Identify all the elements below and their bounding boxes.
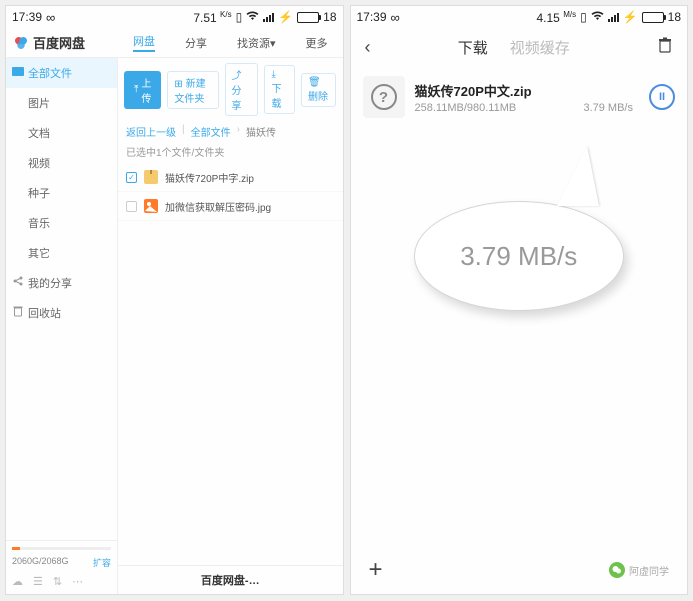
wifi-icon xyxy=(591,10,604,24)
share-button[interactable]: ⤴ 分享 xyxy=(225,63,259,116)
battery-icon xyxy=(297,12,319,23)
storage-bar xyxy=(12,547,111,550)
baidu-logo-icon xyxy=(12,34,30,52)
sidebar: 全部文件 图片 文档 视频 种子 音乐 其它 我的分享 回收站 xyxy=(6,58,118,594)
add-button[interactable]: + xyxy=(369,556,383,584)
infinity-icon: ∞ xyxy=(46,10,55,25)
watermark: 阿虚同学 xyxy=(609,562,669,578)
upload-button[interactable]: ⤒上传 xyxy=(124,71,161,109)
status-bar: 17:39 ∞ 7.51 K/s ▯ ⚡ 18 xyxy=(6,6,343,28)
list-icon[interactable]: ☰ xyxy=(33,575,43,588)
download-header: ‹ 下载 视频缓存 xyxy=(351,28,688,66)
toolbar: ⤒上传 ⊞ 新建文件夹 ⤴ 分享 ⤓ 下载 🗑 删除 xyxy=(118,58,343,121)
status-bar: 17:39 ∞ 4.15 M/s ▯ ⚡ 18 xyxy=(351,6,688,28)
download-filename: 猫妖传720P中文.zip xyxy=(415,81,634,100)
delete-button[interactable]: 🗑 删除 xyxy=(301,73,337,107)
tab-resources[interactable]: 找资源▾ xyxy=(237,35,276,51)
storage-panel: 2060G/2068G 扩容 ☁ ☰ ⇅ ⋯ xyxy=(6,540,117,594)
tab-more[interactable]: 更多 xyxy=(305,35,327,51)
battery-pct: 18 xyxy=(323,10,336,24)
cloud-icon[interactable]: ☁ xyxy=(12,575,23,588)
selection-meta: 已选中1个文件/文件夹 xyxy=(118,142,343,163)
storage-text: 2060G/2068G xyxy=(12,556,69,569)
newfolder-button[interactable]: ⊞ 新建文件夹 xyxy=(167,71,218,109)
battery-pct: 18 xyxy=(668,10,681,24)
crumb-current: 猫妖传 xyxy=(246,124,276,139)
file-name: 加微信获取解压密码.jpg xyxy=(165,199,271,214)
signal-icon xyxy=(263,13,274,22)
pause-button[interactable]: II xyxy=(649,84,675,110)
wifi-icon xyxy=(246,10,259,24)
crumb-all[interactable]: 全部文件 xyxy=(191,124,231,139)
file-name: 猫妖传720P中字.zip xyxy=(165,170,254,185)
battery-icon xyxy=(642,12,664,23)
tab-download[interactable]: 下载 xyxy=(458,37,488,58)
sidebar-item-seed[interactable]: 种子 xyxy=(6,178,117,208)
screen-baidu-netdisk: 17:39 ∞ 7.51 K/s ▯ ⚡ 18 百度网盘 网盘 xyxy=(5,5,344,595)
image-file-icon xyxy=(143,198,159,214)
charge-icon: ⚡ xyxy=(278,10,293,24)
more-icon[interactable]: ⋯ xyxy=(72,575,83,588)
file-row-jpg[interactable]: 加微信获取解压密码.jpg xyxy=(118,192,343,221)
app-header: 百度网盘 网盘 分享 找资源▾ 更多 xyxy=(6,28,343,58)
bottom-bar: + 阿虚同学 xyxy=(351,546,688,594)
download-progress: 258.11MB/980.11MB xyxy=(415,102,517,114)
file-thumbnail: ? xyxy=(363,76,405,118)
sim-icon: ▯ xyxy=(236,10,243,24)
tab-share[interactable]: 分享 xyxy=(185,35,207,51)
sidebar-item-music[interactable]: 音乐 xyxy=(6,208,117,238)
question-icon: ? xyxy=(371,84,397,110)
storage-expand[interactable]: 扩容 xyxy=(93,556,111,569)
status-time: 17:39 xyxy=(12,10,42,24)
share-icon xyxy=(12,275,24,287)
sidebar-item-other[interactable]: 其它 xyxy=(6,238,117,268)
delete-all-button[interactable] xyxy=(657,37,673,58)
transfer-icon[interactable]: ⇅ xyxy=(53,575,62,588)
sidebar-item-share[interactable]: 我的分享 xyxy=(6,268,117,298)
charge-icon: ⚡ xyxy=(623,10,638,24)
crumb-back[interactable]: 返回上一级 xyxy=(126,124,176,139)
callout-text: 3.79 MB/s xyxy=(414,201,624,311)
screen-download-manager: 17:39 ∞ 4.15 M/s ▯ ⚡ 18 ‹ 下载 视频缓存 xyxy=(350,5,689,595)
signal-icon xyxy=(608,13,619,22)
status-time: 17:39 xyxy=(357,10,387,24)
infinity-icon: ∞ xyxy=(391,10,400,25)
tab-netdisk[interactable]: 网盘 xyxy=(133,33,155,52)
checkbox-icon[interactable] xyxy=(126,201,137,212)
app-footer: 百度网盘-… xyxy=(118,565,343,594)
download-item[interactable]: ? 猫妖传720P中文.zip 258.11MB/980.11MB 3.79 M… xyxy=(351,66,688,128)
file-row-zip[interactable]: ✓ 猫妖传720P中字.zip xyxy=(118,163,343,192)
download-speed: 3.79 MB/s xyxy=(583,102,633,114)
sidebar-item-video[interactable]: 视频 xyxy=(6,148,117,178)
file-panel: ⤒上传 ⊞ 新建文件夹 ⤴ 分享 ⤓ 下载 🗑 删除 返回上一级 | 全部文件 … xyxy=(118,58,343,594)
zip-file-icon xyxy=(143,169,159,185)
trash-icon xyxy=(12,305,24,317)
brand-name: 百度网盘 xyxy=(33,33,85,52)
breadcrumb: 返回上一级 | 全部文件 › 猫妖传 xyxy=(118,121,343,142)
sidebar-item-doc[interactable]: 文档 xyxy=(6,118,117,148)
sidebar-item-all[interactable]: 全部文件 xyxy=(6,58,117,88)
sidebar-item-recycle[interactable]: 回收站 xyxy=(6,298,117,328)
folder-icon xyxy=(12,65,24,77)
tab-video-cache[interactable]: 视频缓存 xyxy=(510,37,570,58)
checkbox-icon[interactable]: ✓ xyxy=(126,172,137,183)
sim-icon: ▯ xyxy=(580,10,587,24)
sidebar-item-pic[interactable]: 图片 xyxy=(6,88,117,118)
speed-callout: 3.79 MB/s xyxy=(351,146,688,311)
download-button[interactable]: ⤓ 下载 xyxy=(264,65,295,114)
wechat-icon xyxy=(609,562,625,578)
